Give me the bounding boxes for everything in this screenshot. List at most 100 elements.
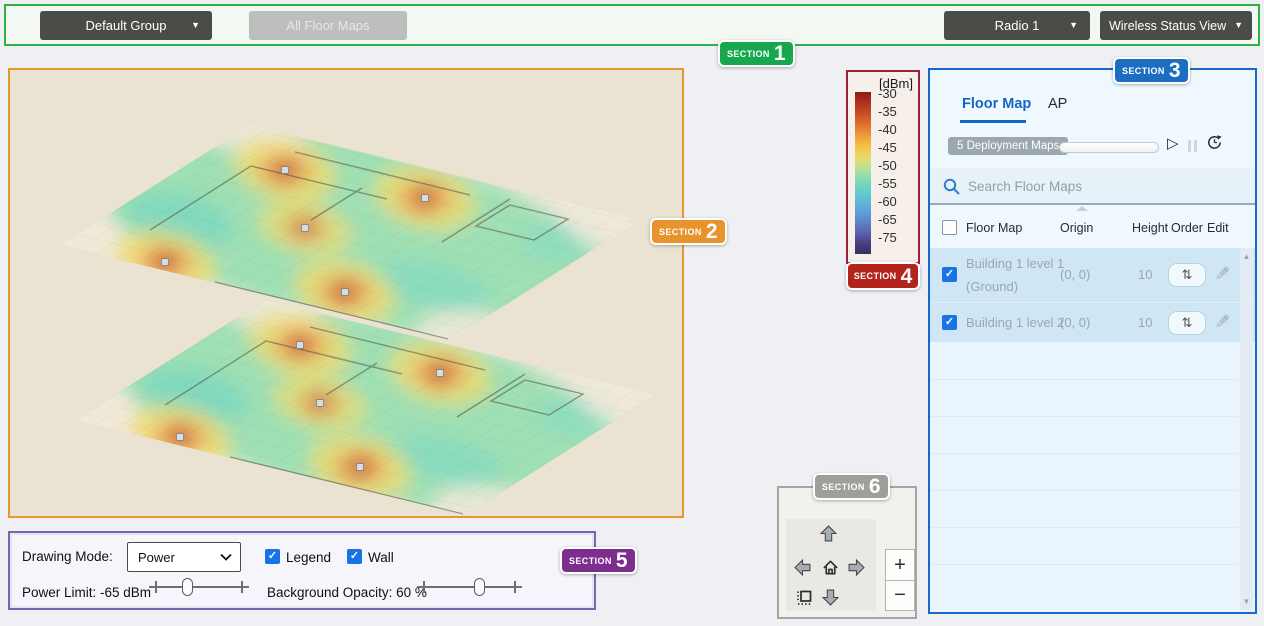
heatmap-canvas[interactable] (10, 70, 682, 516)
pan-pad (786, 519, 876, 611)
home-icon[interactable] (822, 559, 839, 576)
chevron-down-icon: ▼ (1069, 21, 1078, 30)
wall-checkbox[interactable]: ✓ (347, 549, 362, 564)
background-opacity-slider[interactable] (417, 577, 522, 597)
col-floor-map[interactable]: Floor Map (966, 221, 1022, 235)
floor-name-line2: (Ground) (966, 279, 1018, 294)
drawing-mode-label: Drawing Mode: (22, 549, 113, 564)
col-origin[interactable]: Origin (1060, 221, 1093, 235)
row-checkbox[interactable]: ✓ (942, 267, 957, 282)
ap-icon (302, 225, 309, 232)
section-2-badge: SECTION 2 (650, 218, 727, 245)
edit-pencil-icon[interactable] (1212, 311, 1232, 331)
ap-icon (282, 167, 289, 174)
play-icon[interactable]: ▷ (1167, 134, 1179, 152)
radio-dropdown[interactable]: Radio 1 ▼ (944, 11, 1090, 40)
drawing-mode-value: Power (138, 550, 175, 565)
legend-checkbox[interactable]: ✓ (265, 549, 280, 564)
drawing-controls: Drawing Mode: Power ✓ Legend ✓ Wall Powe… (8, 531, 596, 610)
wall-checkbox-label: Wall (368, 550, 394, 565)
top-toolbar: Default Group ▼ All Floor Maps Radio 1 ▼… (4, 4, 1260, 46)
order-button[interactable]: ⇅ (1168, 311, 1206, 335)
heatmap-map-area[interactable] (8, 68, 684, 518)
floor-name-line1: Building 1 level 1 (966, 256, 1064, 271)
row-checkbox[interactable]: ✓ (942, 315, 957, 330)
pause-icon[interactable] (1188, 140, 1198, 152)
section-3-badge: SECTION 3 (1113, 57, 1190, 84)
all-floor-maps-label: All Floor Maps (286, 18, 369, 33)
ap-icon (162, 259, 169, 266)
ap-icon (422, 195, 429, 202)
floor-name-line1: Building 1 level 2 (966, 315, 1064, 330)
search-floor-maps (930, 168, 1255, 205)
active-tab-underline (960, 120, 1026, 123)
list-scrollbar[interactable]: ▲ ▼ (1240, 248, 1253, 610)
tab-floor-map[interactable]: Floor Map (962, 96, 1031, 112)
radio-dropdown-label: Radio 1 (995, 18, 1040, 33)
pan-up-icon[interactable] (820, 525, 837, 542)
power-limit-slider[interactable] (149, 577, 249, 597)
pan-right-icon[interactable] (848, 559, 865, 576)
zoom-in-button[interactable]: + (885, 549, 915, 580)
edit-pencil-icon[interactable] (1212, 263, 1232, 283)
ap-icon (177, 434, 184, 441)
legend-tick: -75 (878, 229, 897, 247)
table-row[interactable]: ✓ Building 1 level 2 (0, 0) 10 ⇅ (930, 302, 1255, 342)
deployment-maps-badge: 5 Deployment Maps (948, 137, 1068, 155)
status-view-dropdown[interactable]: Wireless Status View ▼ (1100, 11, 1252, 40)
zoom-out-button[interactable]: − (885, 580, 915, 611)
scroll-up-icon[interactable]: ▲ (1240, 252, 1253, 261)
scroll-down-icon[interactable]: ▼ (1240, 597, 1253, 606)
check-icon: ✓ (945, 317, 954, 328)
slider-thumb[interactable] (182, 578, 193, 596)
all-floor-maps-button[interactable]: All Floor Maps (249, 11, 407, 40)
group-dropdown[interactable]: Default Group ▼ (40, 11, 212, 40)
col-order[interactable]: Order (1171, 221, 1203, 235)
tab-ap[interactable]: AP (1048, 96, 1067, 112)
ap-icon (297, 342, 304, 349)
order-button[interactable]: ⇅ (1168, 263, 1206, 287)
chevron-down-icon: ▼ (191, 21, 200, 30)
ap-icon (342, 289, 349, 296)
height-value: 10 (1138, 267, 1152, 282)
check-icon: ✓ (350, 551, 359, 562)
section-1-badge: SECTION 1 (718, 40, 795, 67)
empty-list-area (930, 342, 1255, 612)
search-icon (942, 177, 961, 196)
pan-left-icon[interactable] (794, 559, 811, 576)
legend-checkbox-label: Legend (286, 550, 331, 565)
legend-tick: -65 (878, 211, 897, 229)
legend-tick: -30 (878, 85, 897, 103)
legend-tick: -60 (878, 193, 897, 211)
slider-thumb[interactable] (474, 578, 485, 596)
col-edit[interactable]: Edit (1207, 221, 1229, 235)
order-up-down-icon: ⇅ (1182, 315, 1193, 331)
background-opacity-label: Background Opacity: 60 % (267, 585, 427, 600)
legend-tick: -45 (878, 139, 897, 157)
search-input[interactable] (968, 173, 1236, 199)
status-view-dropdown-label: Wireless Status View (1109, 19, 1226, 33)
refresh-icon[interactable] (1206, 134, 1223, 151)
select-all-checkbox[interactable] (942, 220, 957, 235)
ap-icon (357, 464, 364, 471)
fit-view-icon[interactable] (796, 589, 813, 606)
floor-map-list: ✓ Building 1 level 1 (Ground) (0, 0) 10 … (930, 248, 1255, 342)
origin-value: (0, 0) (1060, 315, 1090, 330)
col-height[interactable]: Height (1132, 221, 1168, 235)
section-6-badge: SECTION 6 (813, 473, 890, 500)
check-icon: ✓ (945, 269, 954, 280)
legend-ticks: -30 -35 -40 -45 -50 -55 -60 -65 -75 (878, 85, 897, 247)
pan-down-icon[interactable] (822, 589, 839, 606)
ap-icon (437, 370, 444, 377)
legend-tick: -35 (878, 103, 897, 121)
table-row[interactable]: ✓ Building 1 level 1 (Ground) (0, 0) 10 … (930, 248, 1255, 302)
legend-color-scale (855, 92, 871, 254)
floor-map-panel: Floor Map AP 5 Deployment Maps ▷ Floor M… (928, 68, 1257, 614)
legend-tick: -55 (878, 175, 897, 193)
section-5-badge: SECTION 5 (560, 547, 637, 574)
order-up-down-icon: ⇅ (1182, 267, 1193, 283)
origin-value: (0, 0) (1060, 267, 1090, 282)
drawing-mode-select[interactable]: Power (127, 542, 241, 572)
dbm-legend: [dBm] -30 -35 -40 -45 -50 -55 -60 -65 -7… (846, 70, 920, 264)
wireless-status-view-app: Default Group ▼ All Floor Maps Radio 1 ▼… (0, 0, 1264, 626)
